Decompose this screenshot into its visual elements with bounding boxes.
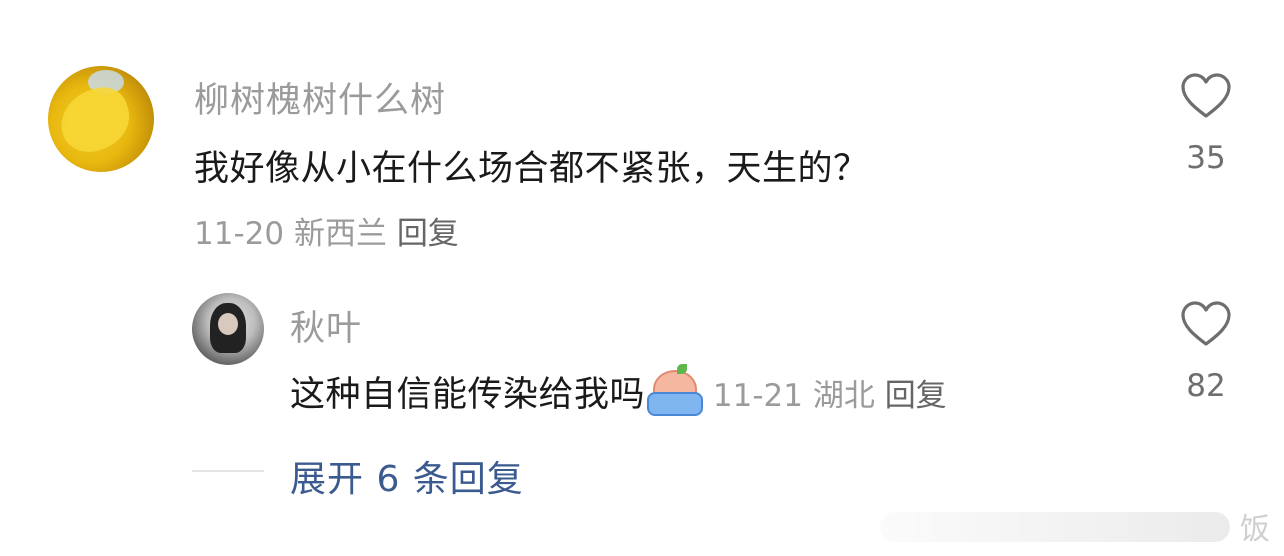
expand-replies-link[interactable]: 展开 6 条回复: [290, 450, 524, 502]
reply-reply-button[interactable]: 回复: [885, 378, 947, 414]
comment-meta: 11-20 新西兰 回复: [194, 208, 459, 253]
avatar-leaf: [52, 80, 138, 160]
reply-avatar[interactable]: [192, 293, 264, 365]
heart-icon: [1181, 301, 1231, 346]
like-count: 35: [1186, 140, 1226, 176]
expand-divider: [192, 470, 264, 472]
reply-button[interactable]: 回复: [397, 216, 459, 252]
watermark: 饭: [1240, 512, 1270, 547]
emoji-tears: [647, 392, 704, 416]
comment-date: 11-20: [194, 216, 285, 252]
comment-location: 新西兰: [293, 216, 387, 252]
reply-text: 这种自信能传染给我吗: [290, 375, 646, 415]
watermark-bar: [880, 512, 1230, 542]
emoji-sprout: [677, 364, 688, 374]
avatar-face: [218, 313, 238, 335]
comment-username[interactable]: 柳树槐树什么树: [194, 72, 446, 123]
like-button[interactable]: [1180, 72, 1232, 124]
reply-like-count: 82: [1186, 368, 1226, 404]
reply-date: 11-21: [712, 378, 803, 414]
reply-meta: 11-21 湖北 回复: [703, 378, 947, 414]
heart-icon: [1181, 73, 1231, 118]
reply-like-button[interactable]: [1180, 300, 1232, 352]
reply-body[interactable]: 这种自信能传染给我吗 11-21 湖北 回复: [290, 364, 947, 417]
avatar[interactable]: [48, 66, 154, 172]
reply-location: 湖北: [812, 378, 875, 414]
comment-text[interactable]: 我好像从小在什么场合都不紧张，天生的？: [194, 140, 869, 191]
reply-username[interactable]: 秋叶: [290, 300, 362, 351]
crying-face-emoji-icon: [647, 364, 704, 416]
